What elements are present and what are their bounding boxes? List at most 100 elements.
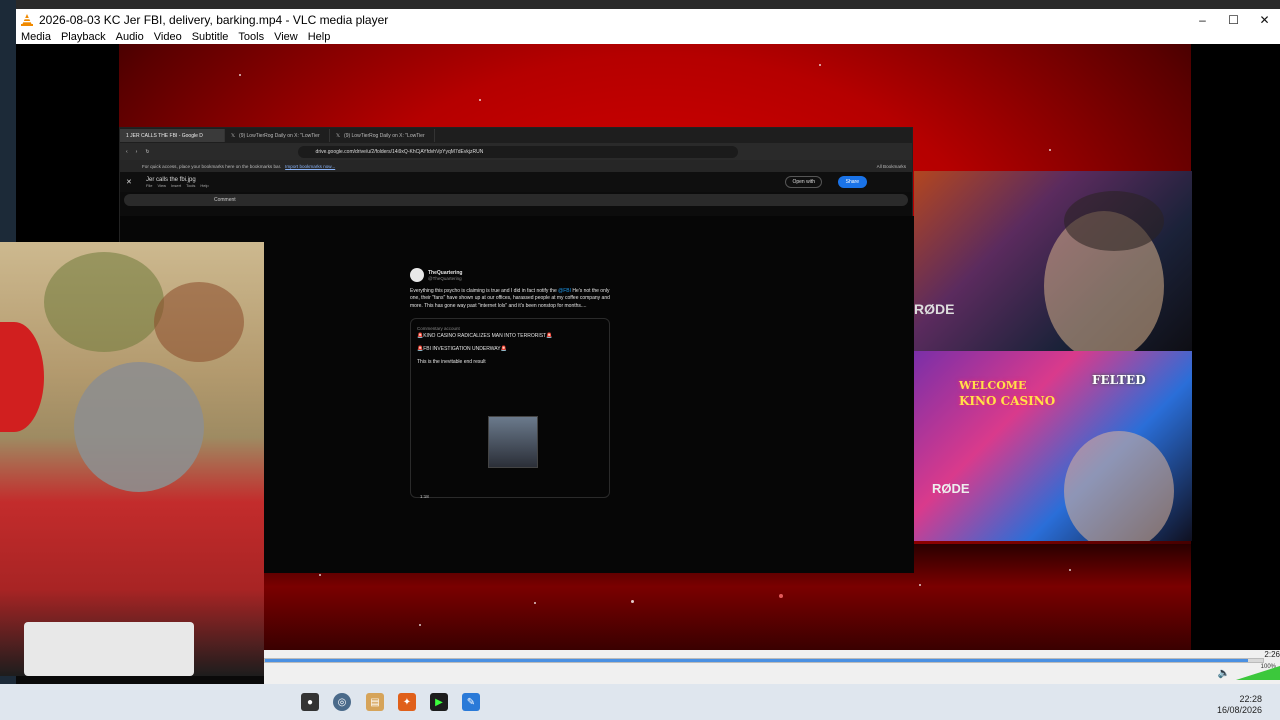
- tab-label: (9) LowTierRog Daily on X: "LowTier: [239, 132, 320, 139]
- chrome-icon[interactable]: ◎: [333, 693, 351, 711]
- taskbar: ● ◎ ▤ ✦ ▶ ✎ 22:28 16/08/2026: [0, 684, 1280, 720]
- menu-media[interactable]: Media: [16, 31, 56, 43]
- desktop-top-strip: [0, 0, 1280, 9]
- app-blue-icon[interactable]: ✎: [462, 693, 480, 711]
- share-label: Share: [845, 179, 859, 185]
- screen: 2026-08-03 KC Jer FBI, delivery, barking…: [0, 0, 1280, 720]
- import-bookmarks-link: Import bookmarks now...: [285, 163, 336, 169]
- video-thumbnail: [488, 416, 538, 468]
- file-menu-item: File: [146, 182, 153, 188]
- comment-label: Comment: [214, 197, 236, 203]
- browser-tab: 𝕏 (9) LowTierRog Daily on X: "LowTier: [330, 129, 435, 142]
- vlc-title-bar[interactable]: 2026-08-03 KC Jer FBI, delivery, barking…: [16, 9, 1280, 30]
- file-menu-item: Insert: [171, 182, 182, 188]
- menu-help[interactable]: Help: [303, 31, 336, 43]
- quote-line: 🚨FBI INVESTIGATION UNDERWAY🚨: [417, 345, 507, 352]
- tweet-body: Everything this psycho is claiming is tr…: [410, 288, 615, 310]
- person-face: [1064, 431, 1174, 541]
- cat: [74, 362, 204, 492]
- mic-label: RØDE: [932, 481, 970, 496]
- person-hair: [1064, 191, 1164, 251]
- sparkle: [819, 64, 821, 66]
- quoted-tweet: Commentary account 🚨KINO CASINO RADICALI…: [410, 317, 610, 499]
- sparkle: [919, 584, 921, 586]
- white-crate: [24, 622, 194, 676]
- playback-controls: 2:26 🔈 100%: [264, 650, 1280, 684]
- window-title: 2026-08-03 KC Jer FBI, delivery, barking…: [39, 12, 389, 27]
- window-controls: – ☐ ✕: [1187, 9, 1280, 30]
- open-with-label: Open with: [792, 179, 815, 185]
- sparkle: [1069, 569, 1071, 571]
- browser-tab: 𝕏 (9) LowTierRog Daily on X: "LowTier: [225, 129, 330, 142]
- back-icon: ‹: [126, 148, 128, 155]
- sparkle: [534, 602, 536, 604]
- drive-preview-header: ✕ Jer calls the fbi.jpg File View Insert…: [120, 172, 912, 192]
- sparkle: [239, 74, 241, 76]
- file-menu-item: Help: [200, 182, 209, 188]
- tab-label: 1 JER CALLS THE FBI - Google D: [126, 132, 203, 139]
- folder-icon[interactable]: ▤: [366, 693, 384, 711]
- tapestry-pattern: [154, 282, 244, 362]
- clock-time: 22:28: [1239, 694, 1262, 704]
- sparkle: [1049, 149, 1051, 151]
- felted-sign: FELTED: [1092, 373, 1146, 387]
- menu-playback[interactable]: Playback: [56, 31, 111, 43]
- tab-label: (9) LowTierRog Daily on X: "LowTier: [344, 132, 425, 139]
- mic-label: RØDE: [914, 301, 955, 317]
- app-green-icon[interactable]: ▶: [430, 693, 448, 711]
- webcam-bottom-right: WELCOME KINO CASINO FELTED RØDE: [914, 351, 1192, 541]
- file-menu-item: View: [157, 182, 167, 188]
- url-bar: drive.google.com/drive/u/2/folders/14i9x…: [297, 145, 738, 158]
- sparkle: [419, 624, 421, 626]
- kino-casino-sign: KINO CASINO: [959, 394, 1056, 408]
- sparkle: [319, 574, 321, 576]
- x-logo-icon: 𝕏: [231, 132, 236, 139]
- red-cap: [0, 322, 44, 432]
- sparkle: [479, 99, 481, 101]
- close-button[interactable]: ✕: [1249, 9, 1280, 30]
- taskbar-clock[interactable]: 22:28 16/08/2026: [1217, 694, 1262, 717]
- file-menu: File View Insert Tools Help: [146, 183, 209, 188]
- preview-toolbar: Comment: [124, 194, 908, 206]
- forward-icon: ›: [135, 148, 138, 155]
- volume-slider[interactable]: [1236, 666, 1280, 680]
- browser-tab: 1 JER CALLS THE FBI - Google D: [120, 129, 225, 142]
- quote-line: 🚨KINO CASINO RADICALIZES MAN INTO TERROR…: [417, 332, 553, 339]
- all-bookmarks: All Bookmarks: [876, 163, 906, 169]
- menu-view[interactable]: View: [269, 31, 303, 43]
- menu-tools[interactable]: Tools: [233, 31, 269, 43]
- tweet-text: Everything this psycho is claiming is tr…: [410, 288, 559, 294]
- bookmarks-bar: For quick access, place your bookmarks h…: [120, 160, 912, 172]
- open-with-button: Open with: [785, 176, 822, 188]
- sparkle: [779, 594, 783, 598]
- maximize-button[interactable]: ☐: [1218, 9, 1249, 30]
- share-button: Share: [837, 176, 867, 188]
- elapsed-time: 2:26: [1264, 650, 1280, 659]
- tweet-mention: @FBI: [558, 288, 571, 294]
- reload-icon: ↻: [145, 148, 150, 155]
- seek-bar[interactable]: [264, 658, 1264, 663]
- bookmarks-hint: For quick access, place your bookmarks h…: [142, 163, 282, 169]
- speaker-icon[interactable]: 🔈: [1218, 668, 1230, 679]
- file-menu-item: Tools: [186, 182, 196, 188]
- app-orange-icon[interactable]: ✦: [398, 693, 416, 711]
- drive-file-title: Jer calls the fbi.jpg File View Insert T…: [146, 177, 209, 188]
- webcam-top-right: RØDE: [914, 171, 1192, 351]
- sparkle: [631, 600, 634, 603]
- video-duration: 1:18: [420, 494, 429, 499]
- minimize-button[interactable]: –: [1187, 9, 1218, 30]
- menu-video[interactable]: Video: [149, 31, 187, 43]
- menu-subtitle[interactable]: Subtitle: [187, 31, 234, 43]
- x-logo-icon: 𝕏: [336, 132, 341, 139]
- tweet-card: TheQuartering @TheQuartering Everything …: [410, 268, 615, 518]
- tweet-header: TheQuartering @TheQuartering: [410, 268, 615, 282]
- quote-line: This is the inevitable end result: [417, 358, 486, 365]
- browser-tab-strip: 1 JER CALLS THE FBI - Google D 𝕏 (9) LowT…: [120, 128, 912, 143]
- vlc-cone-icon: [20, 13, 34, 27]
- tweet-author: TheQuartering: [428, 269, 463, 276]
- browser-address-row: ‹ › ↻ drive.google.com/drive/u/2/folders…: [120, 143, 912, 160]
- menu-audio[interactable]: Audio: [111, 31, 149, 43]
- clock-date: 16/08/2026: [1216, 705, 1262, 716]
- obs-icon[interactable]: ●: [301, 693, 319, 711]
- avatar: [410, 268, 424, 282]
